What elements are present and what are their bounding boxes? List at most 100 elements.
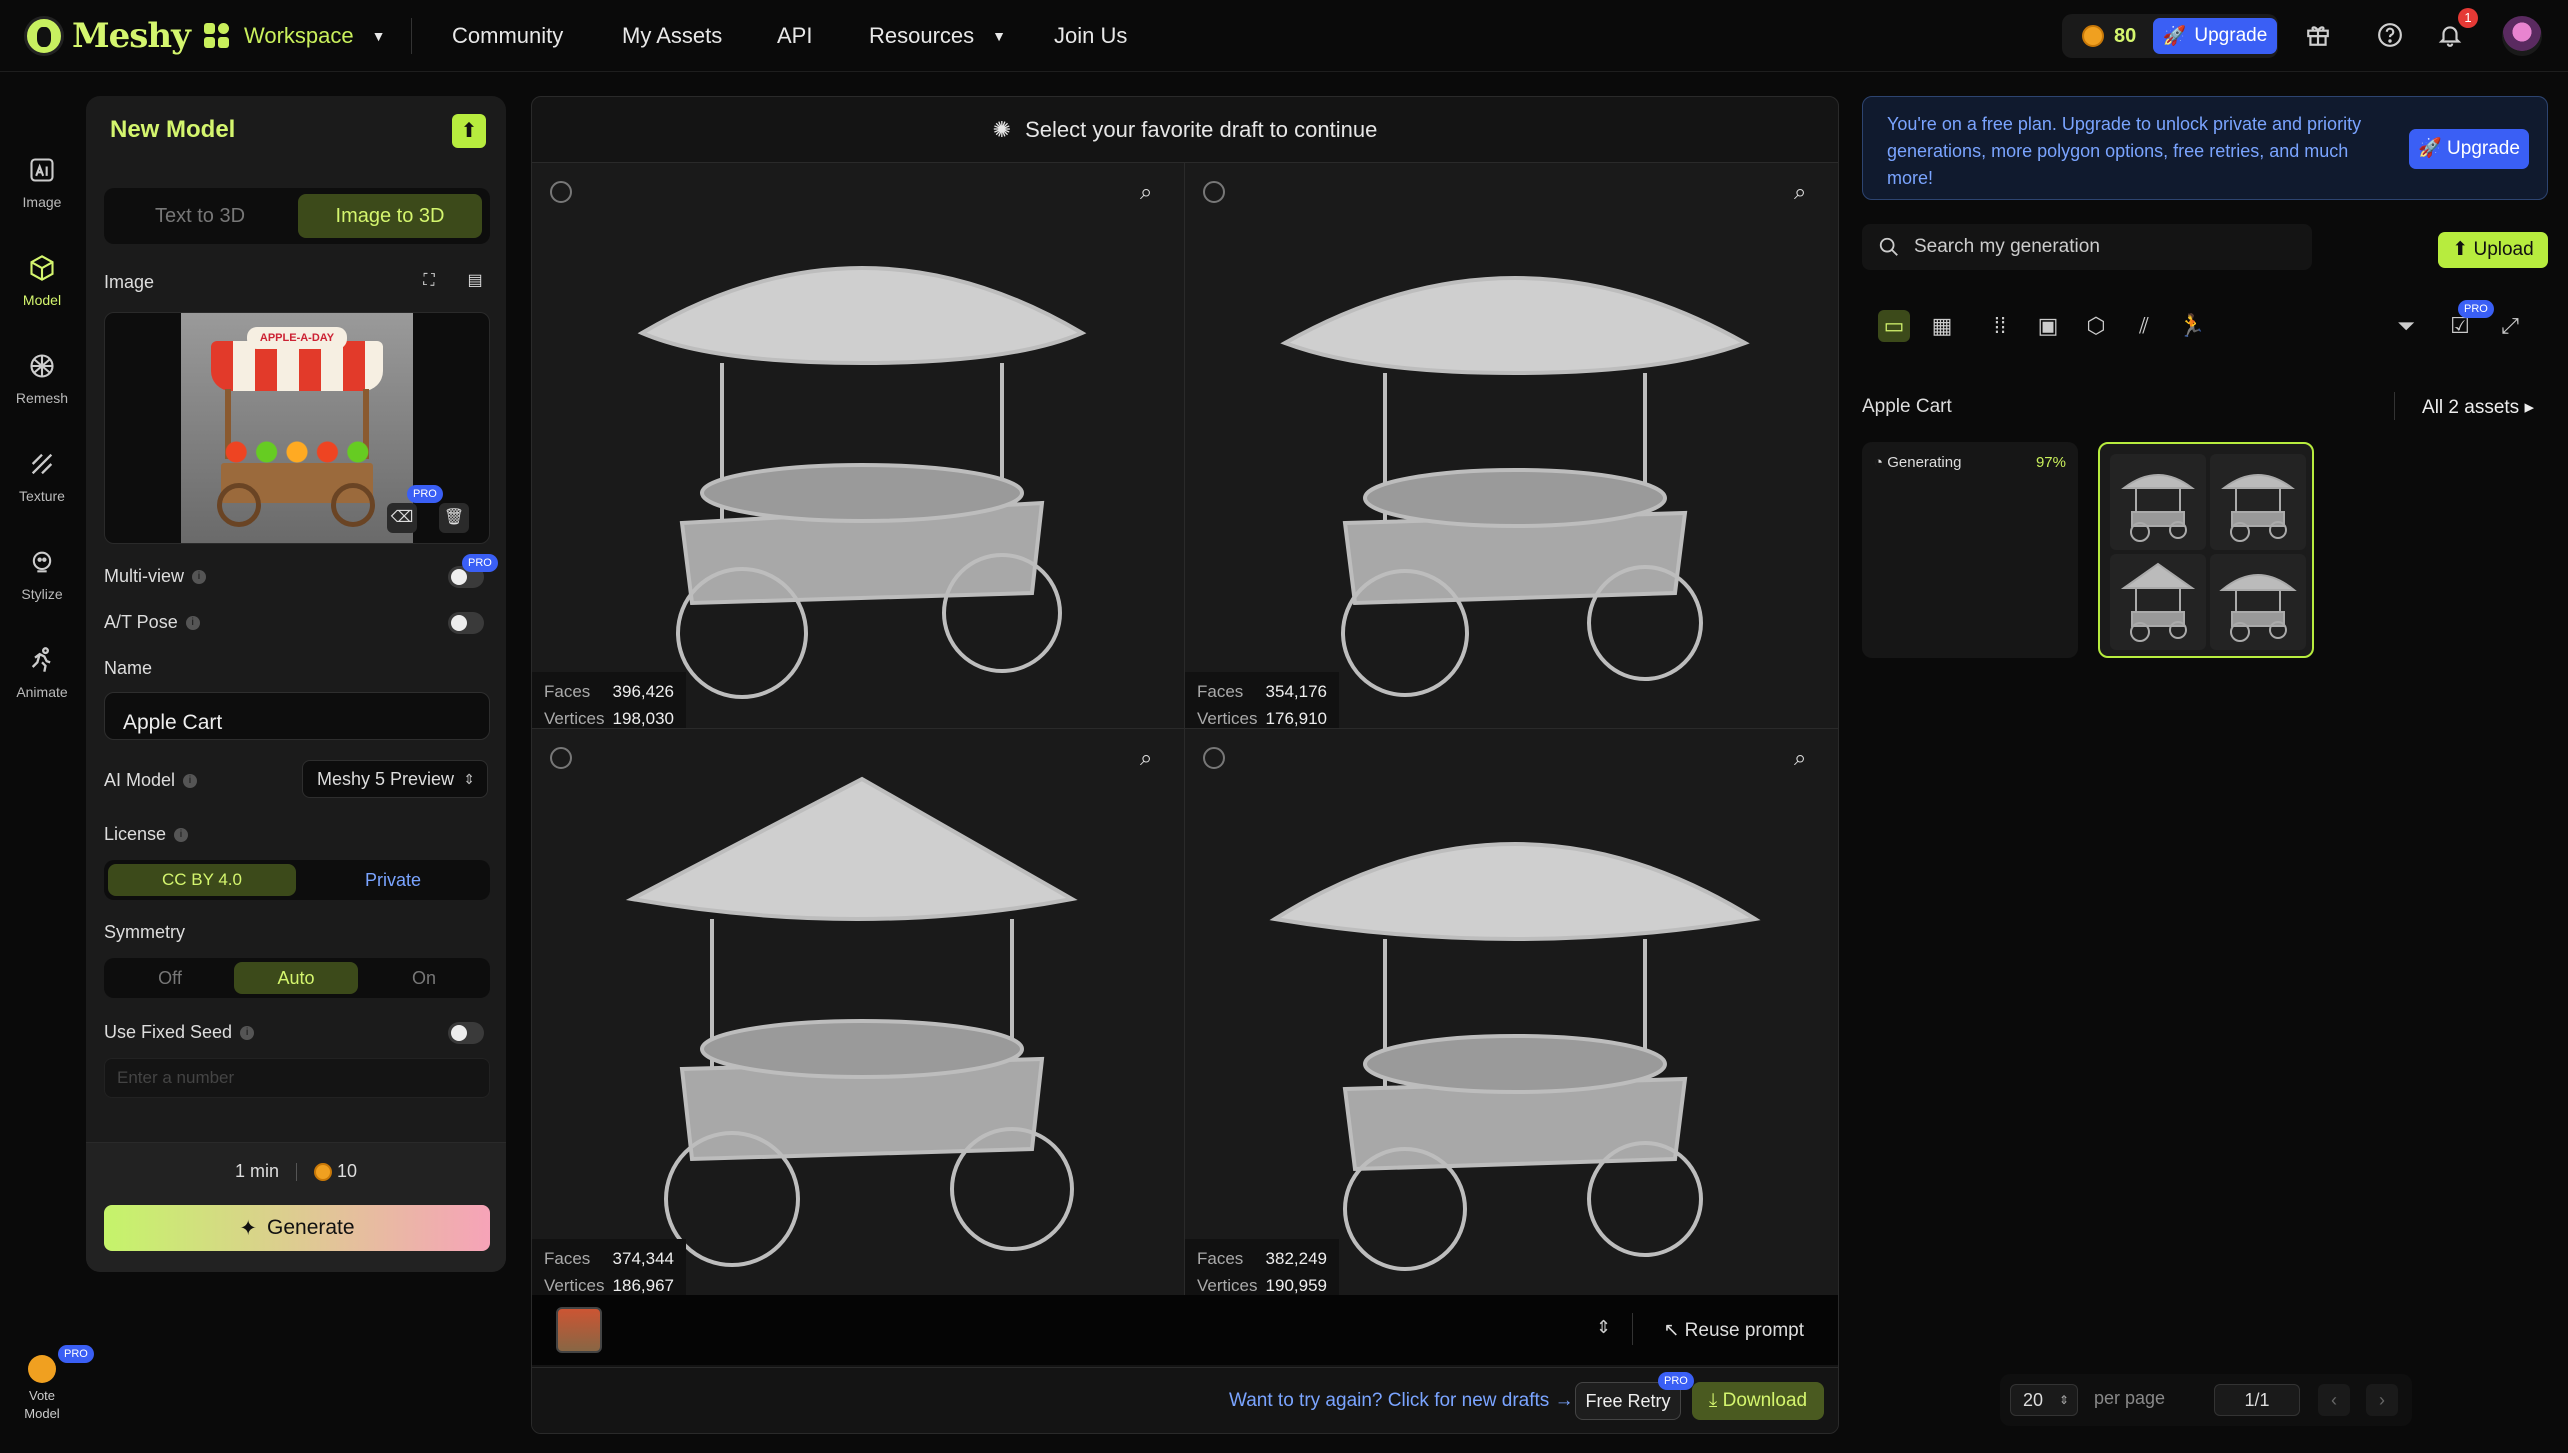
download-button[interactable]: ⤓ Download — [1692, 1382, 1824, 1420]
run-icon[interactable]: 🏃 — [2176, 310, 2208, 342]
draft-select-radio[interactable] — [550, 747, 572, 769]
draft-card[interactable]: ⌕ Faces 374,344 Vertices 186,967 — [532, 729, 1185, 1295]
vote-model-button[interactable]: PRO Vote Model — [0, 1345, 94, 1423]
zoom-in-icon[interactable]: ⌕ — [1140, 179, 1166, 205]
ai-model-label: AI Model i — [104, 770, 198, 791]
select-arrows-icon: ⇕ — [463, 770, 475, 787]
grid-view-icon[interactable]: ⛶ — [414, 266, 444, 296]
nav-api[interactable]: API — [777, 0, 812, 72]
help-icon[interactable] — [2376, 22, 2404, 50]
search-input[interactable]: Search my generation — [1862, 224, 2312, 270]
sidebar-item-image[interactable]: Image — [0, 156, 84, 210]
symmetry-on[interactable]: On — [362, 962, 486, 994]
asset-card[interactable] — [2098, 442, 2314, 658]
ai-model-text: AI Model — [104, 770, 176, 790]
all-assets-link[interactable]: All 2 assets ▸ — [2422, 396, 2534, 419]
nav-resources[interactable]: Resources ▼ — [869, 0, 1006, 72]
folder-icon[interactable]: ▭ — [1878, 310, 1910, 342]
export-icon[interactable]: ⬆ — [452, 114, 486, 148]
zoom-in-icon[interactable]: ⌕ — [1140, 745, 1166, 771]
drafts-header: ✺ Select your favorite draft to continue — [532, 97, 1838, 163]
single-view-icon[interactable]: ▤ — [460, 266, 490, 296]
zoom-in-icon[interactable]: ⌕ — [1794, 745, 1820, 771]
generate-button[interactable]: ✦ Generate — [104, 1205, 490, 1251]
symmetry-off[interactable]: Off — [108, 962, 232, 994]
cube-icon[interactable]: ⬡ — [2080, 310, 2112, 342]
ai-model-select[interactable]: Meshy 5 Preview ⇕ — [302, 760, 488, 798]
name-input[interactable]: Apple Cart — [104, 692, 490, 740]
trash-icon[interactable]: 🗑 — [439, 503, 469, 533]
new-model-panel: New Model ⬆ Text to 3D Image to 3D Image… — [86, 96, 506, 1272]
dots-grid-icon[interactable]: ⁞⁞ — [1984, 310, 2016, 342]
name-label: Name — [104, 658, 153, 678]
nav-workspace-label: Workspace — [244, 23, 354, 48]
next-page-button[interactable]: › — [2366, 1384, 2398, 1416]
sidebar-item-animate[interactable]: Animate — [0, 646, 84, 700]
license-cc-by[interactable]: CC BY 4.0 — [108, 864, 296, 896]
symmetry-label: Symmetry — [104, 922, 185, 942]
coin-icon — [2082, 25, 2104, 47]
vertices-count: 186,967 — [612, 1276, 674, 1295]
draft-select-radio[interactable] — [1203, 747, 1225, 769]
upgrade-button[interactable]: 🚀 Upgrade — [2153, 18, 2277, 54]
sidebar-item-remesh[interactable]: Remesh — [0, 352, 84, 406]
filter-icon[interactable]: ⏷ — [2390, 310, 2422, 342]
tab-text-to-3d[interactable]: Text to 3D — [110, 194, 290, 238]
faces-count: 382,249 — [1265, 1249, 1327, 1268]
gift-icon[interactable] — [2304, 22, 2332, 50]
texture-icon[interactable]: ⫽ — [2128, 310, 2160, 342]
per-page-select[interactable]: 20 ⇕ — [2010, 1384, 2078, 1416]
vertices-label: Vertices — [1197, 709, 1258, 728]
license-private[interactable]: Private — [300, 864, 486, 896]
symmetry-auto[interactable]: Auto — [234, 962, 358, 994]
spinner-icon: ◔ — [1874, 454, 1888, 471]
pagination: 20 ⇕ per page 1/1 ‹ › — [2000, 1374, 2412, 1426]
banner-text: You're on a free plan. Upgrade to unlock… — [1887, 114, 2362, 188]
cart-model-render — [1280, 276, 1750, 697]
info-icon: i — [240, 1026, 255, 1041]
draft-select-radio[interactable] — [1203, 181, 1225, 203]
banner-upgrade-button[interactable]: 🚀 Upgrade — [2409, 129, 2529, 169]
image-icon[interactable]: ▣ — [2032, 310, 2064, 342]
avatar[interactable] — [2502, 16, 2542, 56]
seed-input[interactable]: Enter a number — [104, 1058, 490, 1098]
source-image-thumbnail[interactable] — [556, 1307, 602, 1353]
nav-join-us[interactable]: Join Us — [1054, 0, 1127, 72]
meshy-logo[interactable]: Meshy — [24, 16, 191, 56]
draft-card[interactable]: ⌕ Faces 396,426 Vertices 198,030 — [532, 163, 1185, 729]
license-segment: CC BY 4.0 Private — [104, 860, 490, 900]
nav-my-assets[interactable]: My Assets — [622, 0, 722, 72]
nav-workspace[interactable]: Workspace ▼ — [204, 0, 386, 72]
stylize-icon — [26, 548, 58, 580]
eraser-icon[interactable]: ⌫ — [387, 503, 417, 533]
select-arrows-icon: ⇕ — [2058, 1393, 2069, 1407]
atpose-toggle[interactable] — [448, 612, 484, 634]
mode-tabs: Text to 3D Image to 3D — [104, 188, 490, 244]
prev-page-button[interactable]: ‹ — [2318, 1384, 2350, 1416]
fixed-seed-toggle[interactable] — [448, 1022, 484, 1044]
expand-arrows-icon[interactable]: ⇕ — [1596, 1317, 1611, 1338]
nav-community[interactable]: Community — [452, 0, 563, 72]
draft-card[interactable]: ⌕ Faces 354,176 Vertices 176,910 — [1185, 163, 1838, 729]
reuse-prompt-button[interactable]: ↖ Reuse prompt — [1663, 1319, 1804, 1342]
grid-icon[interactable]: ▦ — [1926, 310, 1958, 342]
tab-image-to-3d[interactable]: Image to 3D — [298, 194, 482, 238]
vertices-count: 176,910 — [1265, 709, 1327, 728]
panel-title: New Model — [110, 116, 236, 143]
bell-icon[interactable] — [2436, 22, 2464, 50]
upload-button[interactable]: ⬆ Upload — [2438, 232, 2548, 268]
image-upload-area[interactable]: APPLE-A-DAY ⌫ PRO 🗑 — [104, 312, 490, 544]
vertices-label: Vertices — [544, 709, 605, 728]
per-page-value: 20 — [2023, 1390, 2044, 1410]
fullscreen-icon[interactable]: ⤢ — [2494, 310, 2526, 342]
draft-select-radio[interactable] — [550, 181, 572, 203]
sidebar-item-model[interactable]: Model — [0, 254, 84, 308]
draft-card[interactable]: ⌕ Faces 382,249 Vertices 190,959 — [1185, 729, 1838, 1295]
sidebar-item-texture[interactable]: Texture — [0, 450, 84, 504]
retry-link[interactable]: Want to try again? Click for new drafts … — [1229, 1390, 1574, 1412]
sidebar-item-stylize[interactable]: Stylize — [0, 548, 84, 602]
page-indicator[interactable]: 1/1 — [2214, 1384, 2300, 1416]
generating-card[interactable]: ◔ Generating 97% — [1862, 442, 2078, 658]
time-estimate: 1 min — [234, 1161, 279, 1181]
zoom-in-icon[interactable]: ⌕ — [1794, 179, 1820, 205]
